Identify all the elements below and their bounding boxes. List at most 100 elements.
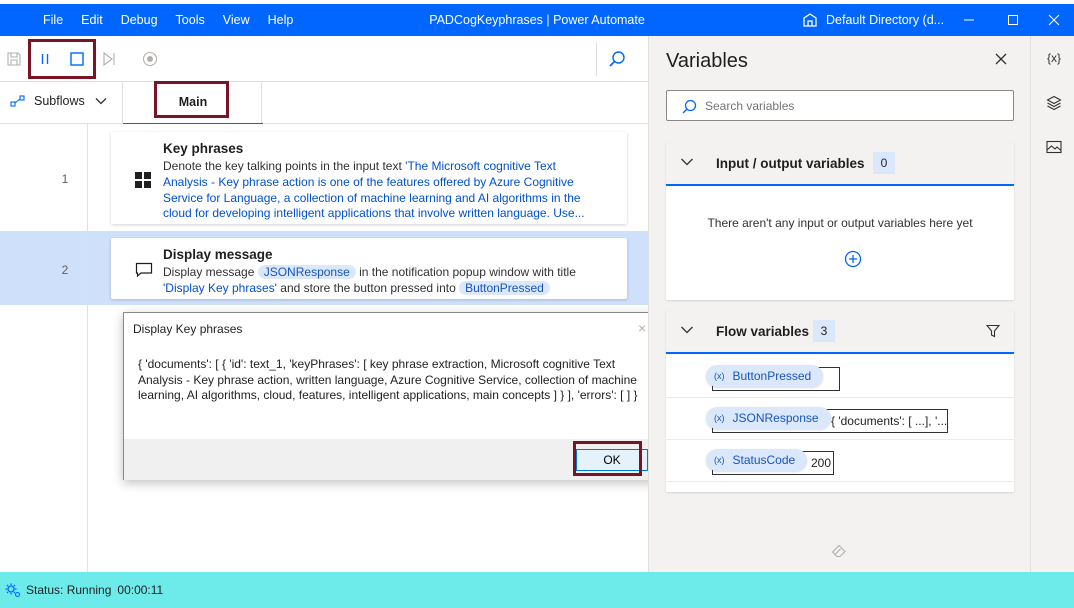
subflows-label: Subflows — [34, 94, 85, 108]
action-description: Display message JSONResponse in the noti… — [163, 265, 603, 297]
minimize-button[interactable] — [946, 4, 992, 36]
description-text: and store the button pressed into — [276, 280, 460, 295]
search-icon — [608, 51, 625, 67]
stop-icon — [70, 52, 84, 66]
action-title: Display message — [163, 247, 273, 262]
status-bar: Status: Running 00:00:11 — [0, 572, 1074, 608]
variable-row-statuscode[interactable]: 200 (x) StatusCode — [666, 440, 1014, 482]
chevron-down-icon — [95, 98, 107, 105]
chevron-down-icon — [681, 158, 693, 166]
highlight-main-tab — [154, 81, 229, 118]
status-text: Status: Running — [26, 583, 112, 597]
search-actions-button[interactable] — [596, 42, 636, 76]
clear-variables-button[interactable] — [831, 544, 847, 561]
directory-icon — [803, 13, 817, 27]
maximize-button[interactable] — [990, 4, 1036, 36]
stop-button[interactable] — [66, 48, 88, 70]
line-number-2: 2 — [61, 263, 69, 277]
run-next-action-button[interactable] — [98, 48, 120, 70]
variables-pane: Variables Input / output variables 0 The… — [648, 36, 1030, 572]
search-variables-input[interactable] — [705, 97, 1005, 115]
filter-icon[interactable] — [986, 324, 1000, 338]
variable-name: JSONResponse — [732, 411, 819, 425]
directory-selector[interactable]: Default Directory (d... — [802, 12, 944, 28]
eraser-icon — [831, 544, 846, 558]
dialog-message: { 'documents': [ { 'id': text_1, 'keyPhr… — [138, 357, 638, 402]
chevron-down-icon — [681, 326, 693, 334]
section-header[interactable]: Input / output variables 0 — [666, 142, 1014, 186]
dialog-title: Display Key phrases — [133, 322, 243, 336]
images-rail-button[interactable] — [1043, 136, 1065, 158]
description-text: Display message — [163, 265, 258, 279]
image-icon — [1046, 140, 1062, 154]
ui-elements-rail-button[interactable] — [1043, 92, 1065, 114]
variable-row-jsonresponse[interactable]: { 'documents': [ ...], '... (x) JSONResp… — [666, 398, 1014, 440]
toolbar — [0, 36, 648, 82]
variable-chip[interactable]: (x) JSONResponse — [706, 407, 831, 429]
highlight-ok-button — [573, 441, 642, 476]
step-icon — [103, 51, 115, 67]
line-number-gutter-divider — [87, 124, 88, 572]
run-timer: 00:00:11 — [117, 583, 164, 597]
variable-chip[interactable]: (x) StatusCode — [706, 449, 808, 471]
close-icon — [995, 53, 1007, 65]
input-output-variables-section: Input / output variables 0 There aren't … — [666, 142, 1014, 300]
variable-pill-jsonresponse: JSONResponse — [257, 265, 356, 279]
menu-debug[interactable]: Debug — [112, 13, 167, 27]
variable-pill-buttonpressed: ButtonPressed — [459, 280, 550, 295]
action-title: Key phrases — [163, 141, 244, 156]
add-variable-button[interactable] — [844, 250, 862, 271]
variable-icon: (x) — [714, 413, 725, 423]
title-value: 'Display Key phrases' — [163, 280, 277, 295]
dialog-footer: OK — [124, 439, 659, 480]
menu-tools[interactable]: Tools — [167, 13, 214, 27]
action-key-phrases[interactable]: Key phrases Denote the key talking point… — [111, 132, 627, 224]
close-variables-pane-button[interactable] — [994, 52, 1008, 69]
minimize-icon — [964, 19, 974, 21]
subflows-icon — [10, 95, 25, 107]
section-header[interactable]: Flow variables 3 — [666, 310, 1014, 354]
message-icon — [135, 262, 153, 278]
description-text: in the notification popup window with ti… — [355, 265, 576, 279]
search-icon — [682, 99, 697, 114]
close-window-button[interactable] — [1034, 4, 1074, 36]
title-bar: File Edit Debug Tools View Help PADCogKe… — [0, 4, 1074, 36]
recorder-button[interactable] — [139, 48, 161, 70]
add-icon — [844, 250, 862, 268]
record-icon — [142, 51, 158, 67]
close-icon — [1048, 14, 1060, 26]
variable-count-badge: 3 — [813, 320, 835, 342]
save-button[interactable] — [3, 48, 25, 70]
dialog-close-button[interactable]: × — [638, 320, 646, 336]
action-description: Denote the key talking points in the inp… — [163, 159, 603, 222]
action-display-message[interactable]: Display message Display message JSONResp… — [111, 238, 627, 299]
variable-name: StatusCode — [732, 453, 796, 467]
variable-chip[interactable]: (x) ButtonPressed — [706, 365, 824, 387]
variable-row-buttonpressed[interactable]: (x) ButtonPressed — [666, 356, 1014, 398]
pause-button[interactable] — [34, 48, 56, 70]
pause-icon — [41, 54, 49, 64]
status-gear-icon — [5, 583, 21, 598]
line-number-1: 1 — [61, 172, 69, 186]
variable-name: ButtonPressed — [732, 369, 812, 383]
section-title: Input / output variables — [716, 156, 865, 171]
right-side-rail: {x} — [1030, 36, 1074, 572]
menu-bar: File Edit Debug Tools View Help — [34, 4, 302, 36]
menu-edit[interactable]: Edit — [72, 13, 112, 27]
maximize-icon — [1008, 15, 1018, 25]
subflow-tabs: Subflows Main — [0, 81, 648, 125]
section-title: Flow variables — [716, 324, 810, 339]
windows-logo-icon — [135, 172, 151, 188]
menu-file[interactable]: File — [34, 13, 72, 27]
variable-icon: (x) — [714, 371, 725, 381]
menu-view[interactable]: View — [214, 13, 259, 27]
menu-help[interactable]: Help — [259, 13, 303, 27]
variable-icon: (x) — [714, 455, 725, 465]
subflows-dropdown[interactable]: Subflows — [10, 94, 107, 108]
empty-state-message: There aren't any input or output variabl… — [707, 216, 973, 230]
message-dialog: Display Key phrases × { 'documents': [ {… — [123, 312, 660, 480]
directory-label: Default Directory (d... — [826, 13, 945, 27]
flow-variables-section: Flow variables 3 (x) ButtonPressed { 'do… — [666, 310, 1014, 492]
variables-rail-button[interactable]: {x} — [1043, 47, 1065, 69]
search-variables-box[interactable] — [666, 90, 1014, 121]
